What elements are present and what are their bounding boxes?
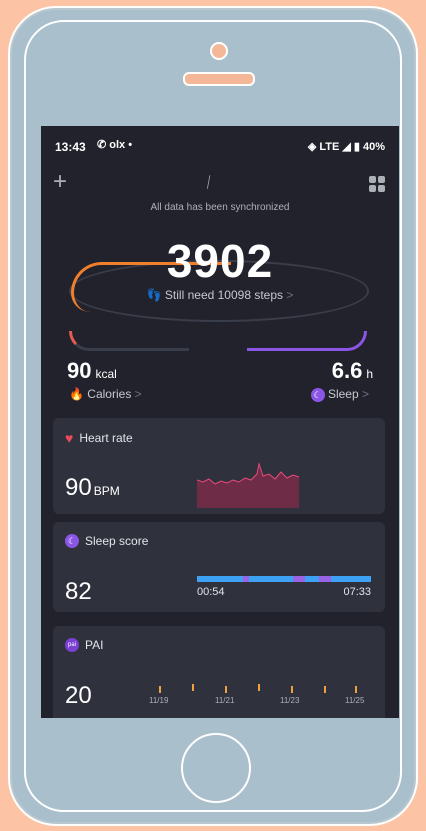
speaker-grille [183,72,255,86]
sleep-arc [247,331,367,351]
pai-icon: pai [65,638,79,652]
moon-icon: ☾ [310,388,325,402]
flame-icon: 🔥 [69,387,84,401]
sleep-start-time: 00:54 [197,586,225,598]
calories-number: 90 [67,358,92,383]
sleep-end-time: 07:33 [343,586,371,598]
steps-remaining-text: Still need 10098 steps [164,288,284,302]
footprint-icon: 👣 [146,288,162,302]
sleep-score-title: ☾ Sleep score [65,534,148,548]
heart-rate-value: 90 BPM [65,474,120,502]
calories-link[interactable]: 🔥 Calories > [69,387,142,401]
pai-value: 20 [65,682,92,709]
status-right: ◈ LTE ◢ ▮ 40% [307,141,385,153]
pai-date-label: 11/19 [149,696,169,705]
pai-bar [324,686,326,693]
heart-rate-number: 90 [65,474,92,501]
sleep-link[interactable]: ☾ Sleep > [310,387,369,402]
pai-bar [192,684,194,691]
calories-value: 90 kcal [67,358,117,384]
pai-date-label: 11/21 [215,696,235,705]
sleep-score-card[interactable]: ☾ Sleep score 82 00:54 07:33 [53,522,385,612]
notification-icons: ✆ olx • [97,139,133,151]
calories-unit: kcal [95,367,117,381]
chevron-right-icon: > [361,387,369,401]
sleep-score-label: Sleep score [85,534,149,548]
pai-bar [258,684,260,691]
heart-rate-graph [197,462,299,508]
pai-date-label: 11/23 [280,696,300,705]
steps-remaining[interactable]: 👣 Still need 10098 steps > [41,288,399,302]
sleep-stage-segment [243,576,249,582]
sync-icon: ⟋ [200,172,217,192]
heart-icon: ♥ [65,430,74,446]
sleep-stage-segment [319,576,331,582]
home-button[interactable] [181,733,251,803]
steps-count[interactable]: 3902 [41,234,399,288]
sleep-number: 6.6 [331,358,363,383]
calories-label: Calories [87,387,132,401]
camera-icon [210,42,228,60]
pai-bar [355,686,357,693]
status-time: 13:43 [55,140,86,154]
heart-rate-title: ♥ Heart rate [65,430,133,446]
heart-rate-unit: BPM [93,484,120,498]
pai-date-label: 11/25 [345,696,365,705]
status-bar: 13:43 ✆ olx • ◈ LTE ◢ ▮ 40% [41,126,399,164]
sleep-stage-bar [197,576,371,582]
sync-status: All data has been synchronized [150,202,290,213]
pai-card[interactable]: pai PAI 20 11/19 11/21 11/23 11/25 [53,626,385,718]
heart-rate-area [197,464,299,508]
pai-bar [225,686,227,693]
sleep-label: Sleep [327,387,359,401]
pai-bar [159,686,161,693]
sleep-stage-segment [293,576,305,582]
moon-icon: ☾ [65,534,79,548]
app-screen: 13:43 ✆ olx • ◈ LTE ◢ ▮ 40% + ⟋ All data… [41,126,399,718]
sleep-score-value: 82 [65,578,92,605]
heart-rate-card[interactable]: ♥ Heart rate 90 BPM [53,418,385,514]
calories-arc [69,331,189,351]
pai-label: PAI [85,638,104,652]
heart-rate-label: Heart rate [79,431,133,445]
chevron-right-icon: > [134,387,142,401]
add-icon[interactable]: + [53,170,67,194]
pai-title: pai PAI [65,638,103,652]
chevron-right-icon: > [286,288,294,302]
apps-icon[interactable] [369,176,385,192]
sleep-value: 6.6 h [332,358,373,384]
pai-bar [291,686,293,693]
sleep-unit: h [366,367,373,381]
